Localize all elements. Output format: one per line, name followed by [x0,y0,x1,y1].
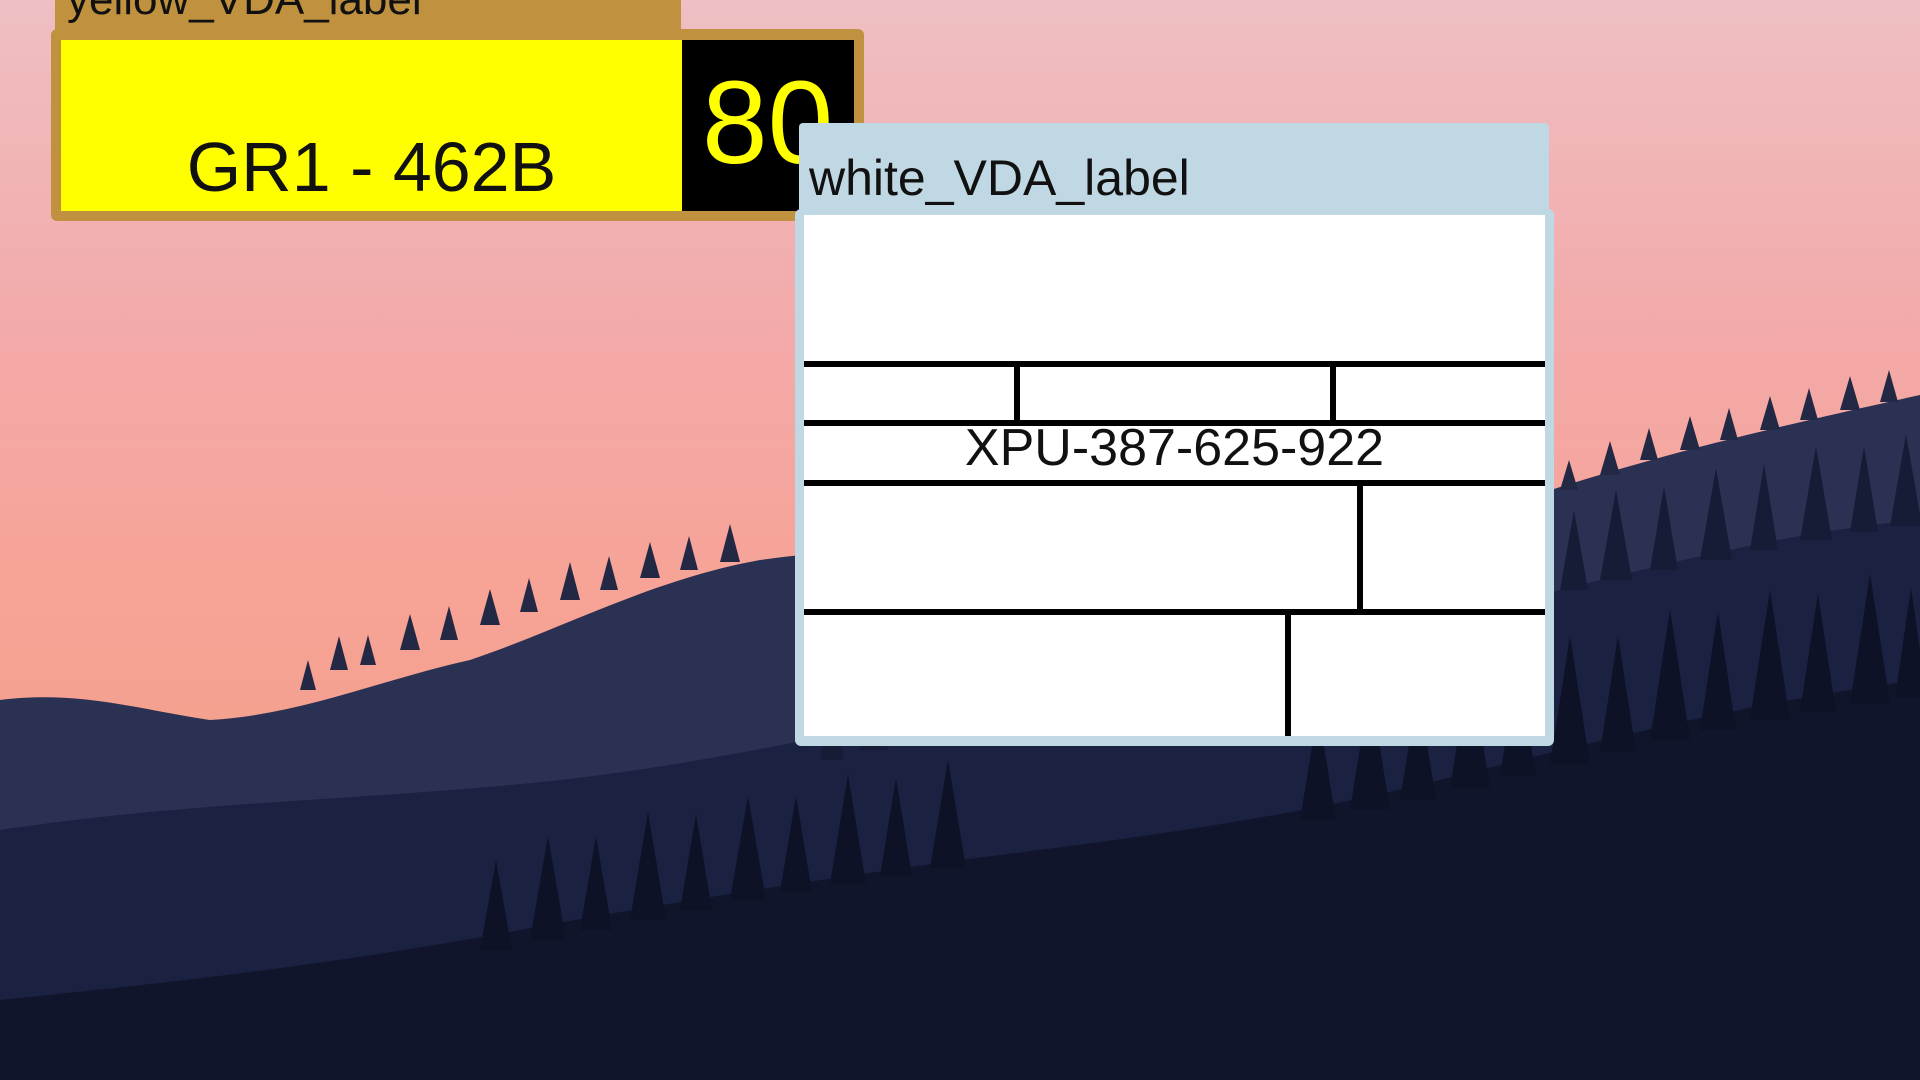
label-grid-line [804,480,1545,486]
desktop: yellow_VDA_label GR1 - 462B 80 white_VDA… [0,0,1920,1080]
label-grid-line [804,361,1545,367]
yellow-window-title: yellow_VDA_label [67,0,422,22]
white-window-titlebar[interactable]: white_VDA_label [799,123,1549,215]
white-label-panel: XPU-387-625-922 [804,215,1545,736]
label-grid-line [1330,361,1336,420]
yellow-window-frame: GR1 - 462B 80 [51,29,864,221]
yellow-label-code: GR1 - 462B [186,128,557,206]
white-window-title: white_VDA_label [809,150,1190,206]
yellow-window-titlebar[interactable]: yellow_VDA_label [55,0,681,30]
yellow-label-panel: GR1 - 462B [61,40,682,211]
white-label-code: XPU-387-625-922 [964,419,1385,477]
white-vda-label-window[interactable]: white_VDA_label XPU-387-625-922 [795,123,1554,746]
label-grid-line [1357,480,1363,611]
white-window-frame: XPU-387-625-922 [795,209,1554,746]
yellow-vda-label-window[interactable]: yellow_VDA_label GR1 - 462B 80 [51,0,864,221]
label-grid-line [1285,609,1291,736]
label-grid-line [1014,361,1020,420]
label-grid-line [804,609,1545,615]
